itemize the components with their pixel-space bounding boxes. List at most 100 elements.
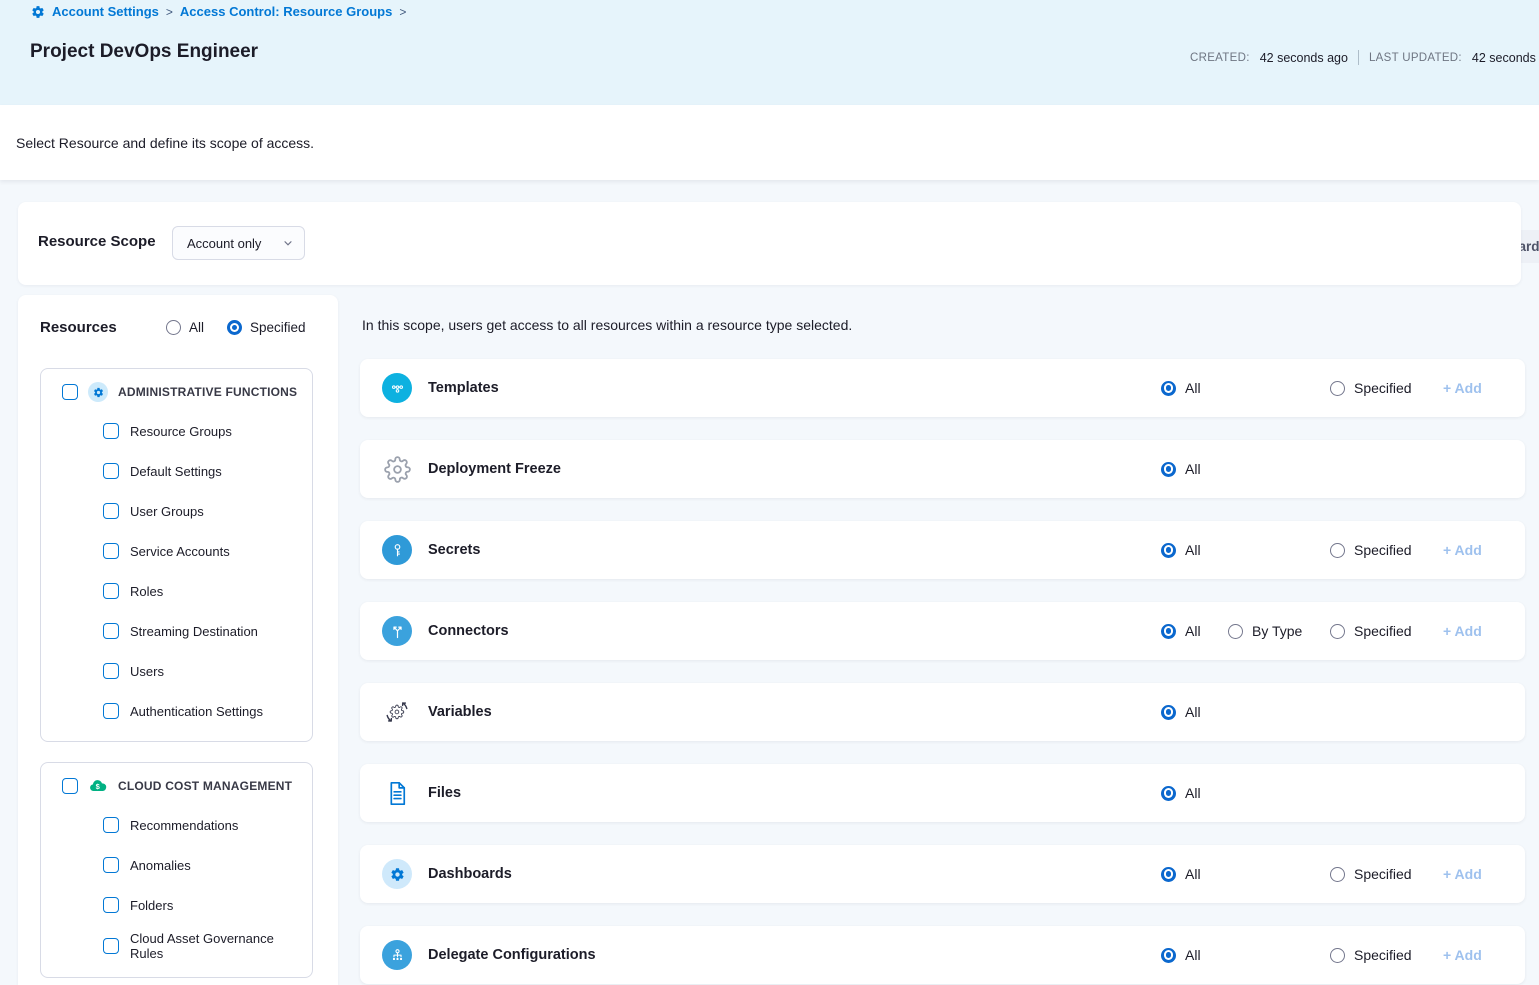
created-label: CREATED: [1190, 52, 1250, 64]
variables-icon [382, 697, 412, 727]
dashboards-icon [382, 859, 412, 889]
radio-icon[interactable] [1161, 624, 1176, 639]
radio-icon[interactable] [1228, 624, 1243, 639]
add-link[interactable]: + Add [1443, 866, 1482, 882]
radio-icon[interactable] [1161, 705, 1176, 720]
checkbox-item-folders[interactable]: Folders [103, 897, 173, 913]
action-toolbar: Select Resource and define its scope of … [0, 105, 1539, 180]
checkbox-item-authentication-settings[interactable]: Authentication Settings [103, 703, 263, 719]
checkbox-item-anomalies[interactable]: Anomalies [103, 857, 191, 873]
connectors-icon [382, 616, 412, 646]
radio-all[interactable]: All [1161, 947, 1201, 963]
header-meta: CREATED: 42 seconds ago LAST UPDATED: 42… [1190, 50, 1539, 65]
radio-icon[interactable] [1161, 462, 1176, 477]
page-title: Project DevOps Engineer [30, 41, 258, 63]
resource-row-secrets: Secrets All Specified + Add [360, 521, 1525, 579]
checkbox-icon[interactable] [103, 463, 119, 479]
radio-icon[interactable] [1330, 624, 1345, 639]
radio-all[interactable]: All [1161, 542, 1201, 558]
radio-specified[interactable]: Specified [1330, 623, 1412, 639]
breadcrumb-separator: > [399, 5, 406, 19]
checkbox-icon[interactable] [103, 503, 119, 519]
radio-label: All [1185, 461, 1201, 477]
resource-scope-value: Account only [187, 236, 261, 251]
checkbox-icon[interactable] [62, 778, 78, 794]
checkbox-item-service-accounts[interactable]: Service Accounts [103, 543, 230, 559]
checkbox-item-user-groups[interactable]: User Groups [103, 503, 204, 519]
resource-row-title: Templates [428, 380, 499, 396]
breadcrumb-separator: > [166, 5, 173, 19]
radio-icon[interactable] [1161, 786, 1176, 801]
resource-scope-label: Resource Scope [38, 233, 156, 250]
group-header[interactable]: ADMINISTRATIVE FUNCTIONS [62, 382, 297, 402]
checkbox-icon[interactable] [103, 897, 119, 913]
radio-label: All [189, 320, 204, 335]
last-updated-value: 42 seconds ago [1472, 51, 1539, 65]
radio-icon[interactable] [1161, 381, 1176, 396]
radio-all[interactable]: All [1161, 704, 1201, 720]
page-header: Account Settings > Access Control: Resou… [0, 0, 1539, 105]
radio-all[interactable]: All [1161, 461, 1201, 477]
checkbox-item-streaming-destination[interactable]: Streaming Destination [103, 623, 258, 639]
resources-mode-all[interactable]: All [166, 320, 204, 335]
add-link[interactable]: + Add [1443, 542, 1482, 558]
group-administrative-functions: ADMINISTRATIVE FUNCTIONS Resource Groups… [40, 368, 313, 742]
breadcrumb-access-control[interactable]: Access Control: Resource Groups [180, 4, 392, 19]
checkbox-icon[interactable] [103, 857, 119, 873]
radio-specified[interactable]: Specified [1330, 380, 1412, 396]
radio-label: All [1185, 866, 1201, 882]
checkbox-icon[interactable] [62, 384, 78, 400]
resource-row-title: Dashboards [428, 866, 512, 882]
add-link[interactable]: + Add [1443, 947, 1482, 963]
radio-by-type[interactable]: By Type [1228, 623, 1302, 639]
radio-icon[interactable] [1161, 543, 1176, 558]
radio-specified[interactable]: Specified [1330, 947, 1412, 963]
group-label: ADMINISTRATIVE FUNCTIONS [118, 385, 297, 399]
checkbox-icon[interactable] [103, 703, 119, 719]
resource-row-title: Connectors [428, 623, 509, 639]
add-link[interactable]: + Add [1443, 623, 1482, 639]
radio-label: Specified [1354, 623, 1412, 639]
checkbox-item-recommendations[interactable]: Recommendations [103, 817, 238, 833]
checkbox-icon[interactable] [103, 938, 119, 954]
checkbox-icon[interactable] [103, 543, 119, 559]
radio-icon[interactable] [1161, 867, 1176, 882]
checkbox-icon[interactable] [103, 817, 119, 833]
resource-row-connectors: Connectors All By Type Specified + Add [360, 602, 1525, 660]
resource-scope-dropdown[interactable]: Account only [172, 226, 305, 260]
cloud-cost-icon: $ [88, 776, 108, 796]
group-header[interactable]: $ CLOUD COST MANAGEMENT [62, 776, 292, 796]
radio-all[interactable]: All [1161, 785, 1201, 801]
radio-label: Specified [1354, 380, 1412, 396]
radio-icon[interactable] [1330, 867, 1345, 882]
checkbox-item-roles[interactable]: Roles [103, 583, 163, 599]
resources-mode-specified[interactable]: Specified [227, 320, 306, 335]
radio-specified[interactable]: Specified [1330, 866, 1412, 882]
radio-icon[interactable] [1330, 948, 1345, 963]
radio-icon[interactable] [227, 320, 242, 335]
meta-divider [1358, 50, 1359, 65]
breadcrumb-account-settings[interactable]: Account Settings [52, 4, 159, 19]
files-icon [382, 778, 412, 808]
add-link[interactable]: + Add [1443, 380, 1482, 396]
checkbox-item-default-settings[interactable]: Default Settings [103, 463, 222, 479]
radio-all[interactable]: All [1161, 623, 1201, 639]
delegate-configurations-icon [382, 940, 412, 970]
radio-icon[interactable] [1330, 381, 1345, 396]
checkbox-icon[interactable] [103, 423, 119, 439]
resource-row-title: Secrets [428, 542, 480, 558]
radio-specified[interactable]: Specified [1330, 542, 1412, 558]
radio-icon[interactable] [166, 320, 181, 335]
radio-icon[interactable] [1161, 948, 1176, 963]
radio-label: All [1185, 380, 1201, 396]
checkbox-item-resource-groups[interactable]: Resource Groups [103, 423, 232, 439]
checkbox-icon[interactable] [103, 623, 119, 639]
checkbox-item-users[interactable]: Users [103, 663, 164, 679]
checkbox-icon[interactable] [103, 663, 119, 679]
radio-all[interactable]: All [1161, 380, 1201, 396]
resource-row-title: Files [428, 785, 461, 801]
radio-all[interactable]: All [1161, 866, 1201, 882]
checkbox-item-cloud-asset-governance-rules[interactable]: Cloud Asset Governance Rules [103, 931, 303, 961]
radio-icon[interactable] [1330, 543, 1345, 558]
checkbox-icon[interactable] [103, 583, 119, 599]
